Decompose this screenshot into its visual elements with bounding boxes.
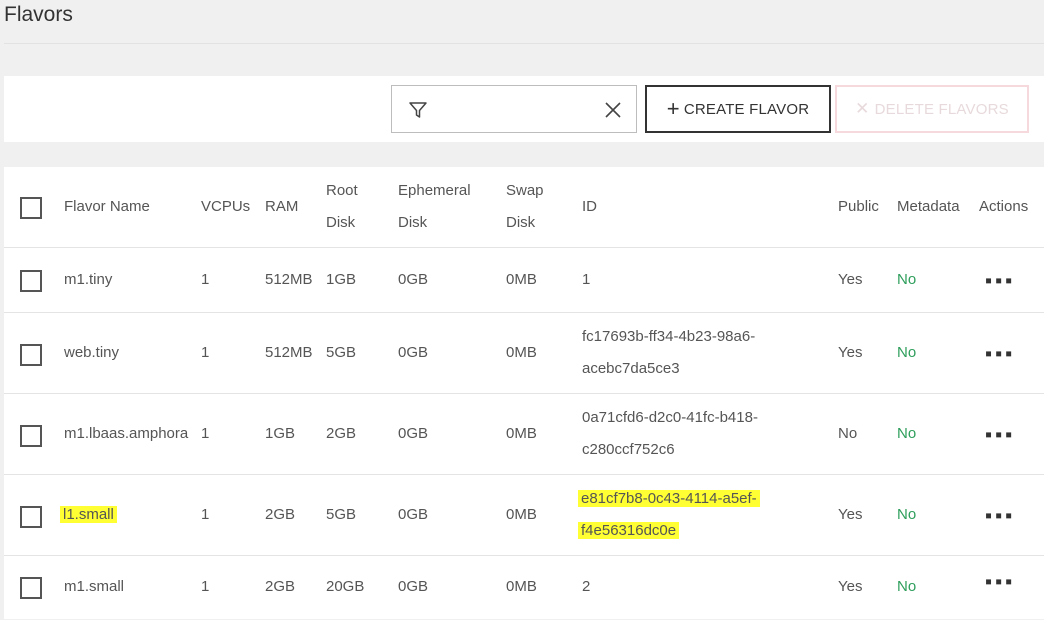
public: Yes xyxy=(838,578,863,595)
ephemeral-disk: 0GB xyxy=(398,506,429,523)
highlighted-id-1: e81cf7b8-0c43-4114-a5ef- xyxy=(578,490,760,507)
metadata-link[interactable]: No xyxy=(897,337,916,369)
swap-disk: 0MB xyxy=(506,425,537,442)
filter-box[interactable] xyxy=(391,85,637,133)
row-checkbox[interactable] xyxy=(20,270,42,292)
flavor-name[interactable]: l1.small xyxy=(60,506,117,524)
actions-menu-icon[interactable]: ▪▪▪ xyxy=(985,572,1015,592)
plus-icon: + xyxy=(666,96,680,121)
root-disk: 20GB xyxy=(326,578,365,595)
header-root-disk-2[interactable]: Disk xyxy=(326,207,355,239)
title-divider xyxy=(4,43,1044,44)
create-flavor-label: CREATE FLAVOR xyxy=(683,100,810,118)
header-vcpus[interactable]: VCPUs xyxy=(201,191,250,223)
vcpus: 1 xyxy=(201,344,210,361)
flavor-name[interactable]: web.tiny xyxy=(64,337,119,369)
flavor-id: 2 xyxy=(582,578,591,595)
table-row: m1.tiny 1 512MB 1GB 0GB 0MB 1 Yes No ▪▪▪ xyxy=(4,248,1044,313)
metadata-link[interactable]: No xyxy=(897,499,916,531)
header-root-disk-1[interactable]: Root xyxy=(326,175,358,207)
vcpus: 1 xyxy=(201,425,210,442)
row-checkbox[interactable] xyxy=(20,577,42,599)
public: Yes xyxy=(838,271,863,288)
flavor-id-line-2: c280ccf752c6 xyxy=(582,441,675,458)
highlighted-id-2: f4e56316dc0e xyxy=(578,522,680,539)
page-title: Flavors xyxy=(4,3,73,26)
actions-menu-icon[interactable]: ▪▪▪ xyxy=(985,344,1015,364)
swap-disk: 0MB xyxy=(506,344,537,361)
metadata-link[interactable]: No xyxy=(897,571,916,603)
public: Yes xyxy=(838,344,863,361)
swap-disk: 0MB xyxy=(506,271,537,288)
header-id[interactable]: ID xyxy=(582,191,597,223)
flavors-table: Flavor Name VCPUs RAM Root Disk Ephemera… xyxy=(4,167,1044,619)
close-icon: ✕ xyxy=(855,99,870,118)
flavor-id-line-1: fc17693b-ff34-4b23-98a6- xyxy=(582,328,756,345)
ram: 512MB xyxy=(265,344,313,361)
filter-input[interactable] xyxy=(438,96,592,124)
metadata-link[interactable]: No xyxy=(897,264,916,296)
highlighted-flavor-name: l1.small xyxy=(60,506,117,523)
table-row: m1.small 1 2GB 20GB 0GB 0MB 2 Yes No ▪▪▪ xyxy=(4,556,1044,620)
header-ephemeral-disk-1[interactable]: Ephemeral xyxy=(398,175,471,207)
root-disk: 5GB xyxy=(326,506,357,523)
swap-disk: 0MB xyxy=(506,578,537,595)
row-checkbox[interactable] xyxy=(20,425,42,447)
root-disk: 1GB xyxy=(326,271,357,288)
actions-menu-icon[interactable]: ▪▪▪ xyxy=(985,271,1015,291)
delete-flavors-label: DELETE FLAVORS xyxy=(874,100,1009,118)
table-header: Flavor Name VCPUs RAM Root Disk Ephemera… xyxy=(4,167,1044,248)
actions-menu-icon[interactable]: ▪▪▪ xyxy=(985,425,1015,445)
actions-menu-icon[interactable]: ▪▪▪ xyxy=(985,506,1015,526)
flavor-id-line-1: e81cf7b8-0c43-4114-a5ef- xyxy=(578,490,760,508)
toolbar: + CREATE FLAVOR ✕ DELETE FLAVORS xyxy=(4,76,1044,142)
clear-icon[interactable] xyxy=(604,101,622,119)
table-row: web.tiny 1 512MB 5GB 0GB 0MB fc17693b-ff… xyxy=(4,313,1044,394)
root-disk: 5GB xyxy=(326,344,357,361)
flavor-id: 1 xyxy=(582,271,591,288)
swap-disk: 0MB xyxy=(506,506,537,523)
flavor-name[interactable]: m1.lbaas.amphora xyxy=(64,418,188,450)
ephemeral-disk: 0GB xyxy=(398,344,429,361)
flavor-id-line-2: f4e56316dc0e xyxy=(578,522,680,540)
header-swap-disk-2[interactable]: Disk xyxy=(506,207,535,239)
ephemeral-disk: 0GB xyxy=(398,578,429,595)
header-public[interactable]: Public xyxy=(838,191,879,223)
ephemeral-disk: 0GB xyxy=(398,271,429,288)
ephemeral-disk: 0GB xyxy=(398,425,429,442)
ram: 1GB xyxy=(265,425,296,442)
row-checkbox[interactable] xyxy=(20,344,42,366)
header-ram[interactable]: RAM xyxy=(265,191,298,223)
header-swap-disk-1[interactable]: Swap xyxy=(506,175,544,207)
header-flavor-name[interactable]: Flavor Name xyxy=(64,191,150,223)
flavor-id-line-2: acebc7da5ce3 xyxy=(582,360,680,377)
table-row: m1.lbaas.amphora 1 1GB 2GB 0GB 0MB 0a71c… xyxy=(4,394,1044,475)
vcpus: 1 xyxy=(201,578,210,595)
table-row: l1.small 1 2GB 5GB 0GB 0MB e81cf7b8-0c43… xyxy=(4,475,1044,556)
ram: 2GB xyxy=(265,506,296,523)
ram: 2GB xyxy=(265,578,296,595)
flavor-id-line-1: 0a71cfd6-d2c0-41fc-b418- xyxy=(582,409,758,426)
row-checkbox[interactable] xyxy=(20,506,42,528)
vcpus: 1 xyxy=(201,506,210,523)
header-ephemeral-disk-2[interactable]: Disk xyxy=(398,207,427,239)
delete-flavors-button[interactable]: ✕ DELETE FLAVORS xyxy=(835,85,1029,133)
flavor-name[interactable]: m1.small xyxy=(64,571,124,603)
create-flavor-button[interactable]: + CREATE FLAVOR xyxy=(645,85,831,133)
select-all-checkbox[interactable] xyxy=(20,197,42,219)
ram: 512MB xyxy=(265,271,313,288)
metadata-link[interactable]: No xyxy=(897,418,916,450)
root-disk: 2GB xyxy=(326,425,357,442)
public: No xyxy=(838,425,858,442)
public: Yes xyxy=(838,506,863,523)
vcpus: 1 xyxy=(201,271,210,288)
header-metadata[interactable]: Metadata xyxy=(897,191,960,223)
filter-icon xyxy=(409,102,427,118)
header-actions: Actions xyxy=(979,198,1029,215)
flavor-name[interactable]: m1.tiny xyxy=(64,264,112,296)
